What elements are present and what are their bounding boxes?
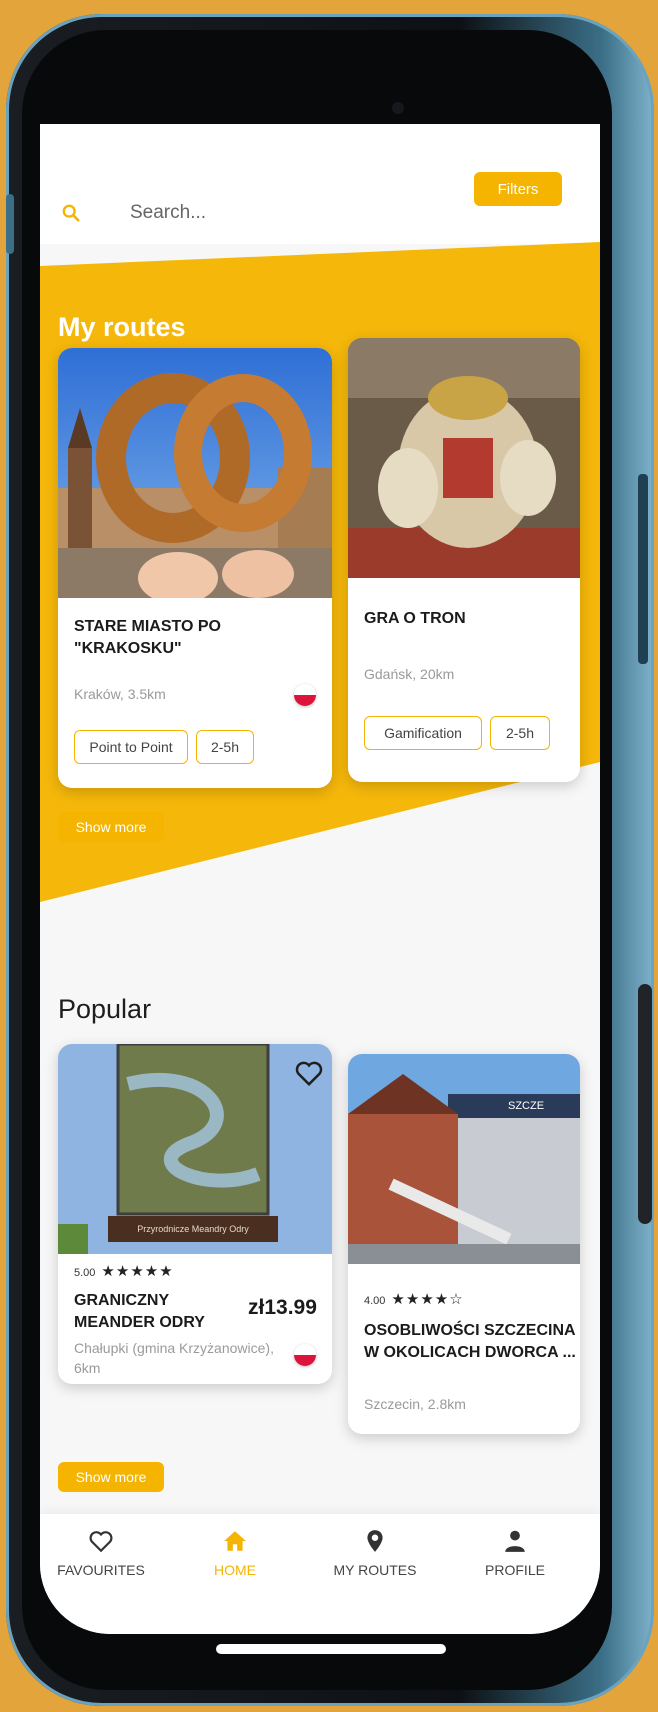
side-button — [638, 984, 652, 1224]
route-card-title: STARE MIASTO PO "KRAKOSKU" — [74, 618, 221, 657]
app-screen: Search... Filters My routes STARE MIASTO… — [40, 124, 600, 1634]
popular-card-title: GRANICZNY MEANDER ODRY — [74, 1292, 205, 1331]
nav-home[interactable]: HOME — [180, 1528, 290, 1578]
price-label: zł13.99 — [248, 1296, 317, 1319]
heart-icon[interactable] — [294, 1058, 324, 1088]
nav-favourites[interactable]: FAVOURITES — [46, 1528, 156, 1578]
rating-value: 5.00 — [74, 1267, 96, 1279]
filters-button[interactable]: Filters — [474, 172, 562, 206]
route-image-coat-of-arms — [348, 338, 580, 578]
show-more-my-routes-button[interactable]: Show more — [58, 812, 164, 842]
search-icon[interactable] — [62, 204, 80, 222]
popular-card-location: Szczecin, 2.8km — [364, 1396, 466, 1412]
phone-frame: Search... Filters My routes STARE MIASTO… — [6, 14, 654, 1706]
map-pin-icon — [367, 1530, 383, 1552]
nav-label: FAVOURITES — [57, 1562, 145, 1578]
rating-value: 4.00 — [364, 1295, 386, 1307]
nav-label: HOME — [214, 1562, 256, 1578]
nav-label: MY ROUTES — [333, 1562, 417, 1578]
front-camera — [392, 102, 404, 114]
tag-route-type: Gamification — [364, 716, 482, 750]
route-card-location: Gdańsk, 20km — [364, 666, 455, 682]
search-bar: Search... Filters — [40, 124, 600, 244]
home-indicator — [216, 1644, 446, 1654]
bottom-navigation: FAVOURITES HOME MY ROUTES PROFILE — [40, 1514, 600, 1634]
user-icon — [505, 1530, 525, 1552]
show-more-popular-button[interactable]: Show more — [58, 1462, 164, 1492]
route-image-station — [348, 1054, 580, 1264]
route-card-location: Kraków, 3.5km — [74, 686, 166, 702]
search-input[interactable]: Search... — [130, 202, 206, 224]
nav-label: PROFILE — [485, 1562, 545, 1578]
popular-card-szczecin[interactable]: SZCZE 4.00 ★★★★☆ OSOBLIWOŚCI SZCZECINA W … — [348, 1054, 580, 1434]
tag-duration: 2-5h — [490, 716, 550, 750]
volume-button — [6, 194, 14, 254]
poland-flag-icon — [294, 684, 316, 706]
route-card-gdansk[interactable]: GRA O TRON Gdańsk, 20km Gamification 2-5… — [348, 338, 580, 782]
heart-icon — [89, 1531, 113, 1553]
sign-text: Przyrodnicze Meandry Odry — [137, 1224, 249, 1234]
rating-stars: 5.00 ★★★★★ — [74, 1263, 174, 1280]
rating-stars: 4.00 ★★★★☆ — [364, 1291, 464, 1308]
route-card-title: GRA O TRON — [364, 610, 466, 627]
route-card-krakow[interactable]: STARE MIASTO PO "KRAKOSKU" Kraków, 3.5km… — [58, 348, 332, 788]
popular-card-title: OSOBLIWOŚCI SZCZECINA W OKOLICACH DWORCA… — [364, 1322, 576, 1361]
tag-route-type: Point to Point — [74, 730, 188, 764]
poland-flag-icon — [294, 1344, 316, 1366]
tag-duration: 2-5h — [196, 730, 254, 764]
route-image-pretzel — [58, 348, 332, 598]
popular-card-meander[interactable]: Przyrodnicze Meandry Odry 5.00 ★★★★★ GRAN… — [58, 1044, 332, 1384]
popular-title: Popular — [58, 994, 152, 1024]
nav-profile[interactable]: PROFILE — [460, 1528, 570, 1578]
home-icon — [224, 1531, 246, 1551]
sign-text: SZCZE — [508, 1100, 545, 1112]
my-routes-title: My routes — [58, 312, 186, 342]
power-button — [638, 474, 648, 664]
nav-my-routes[interactable]: MY ROUTES — [320, 1528, 430, 1578]
popular-card-location: Chałupki (gmina Krzyżanowice), 6km — [74, 1340, 274, 1376]
